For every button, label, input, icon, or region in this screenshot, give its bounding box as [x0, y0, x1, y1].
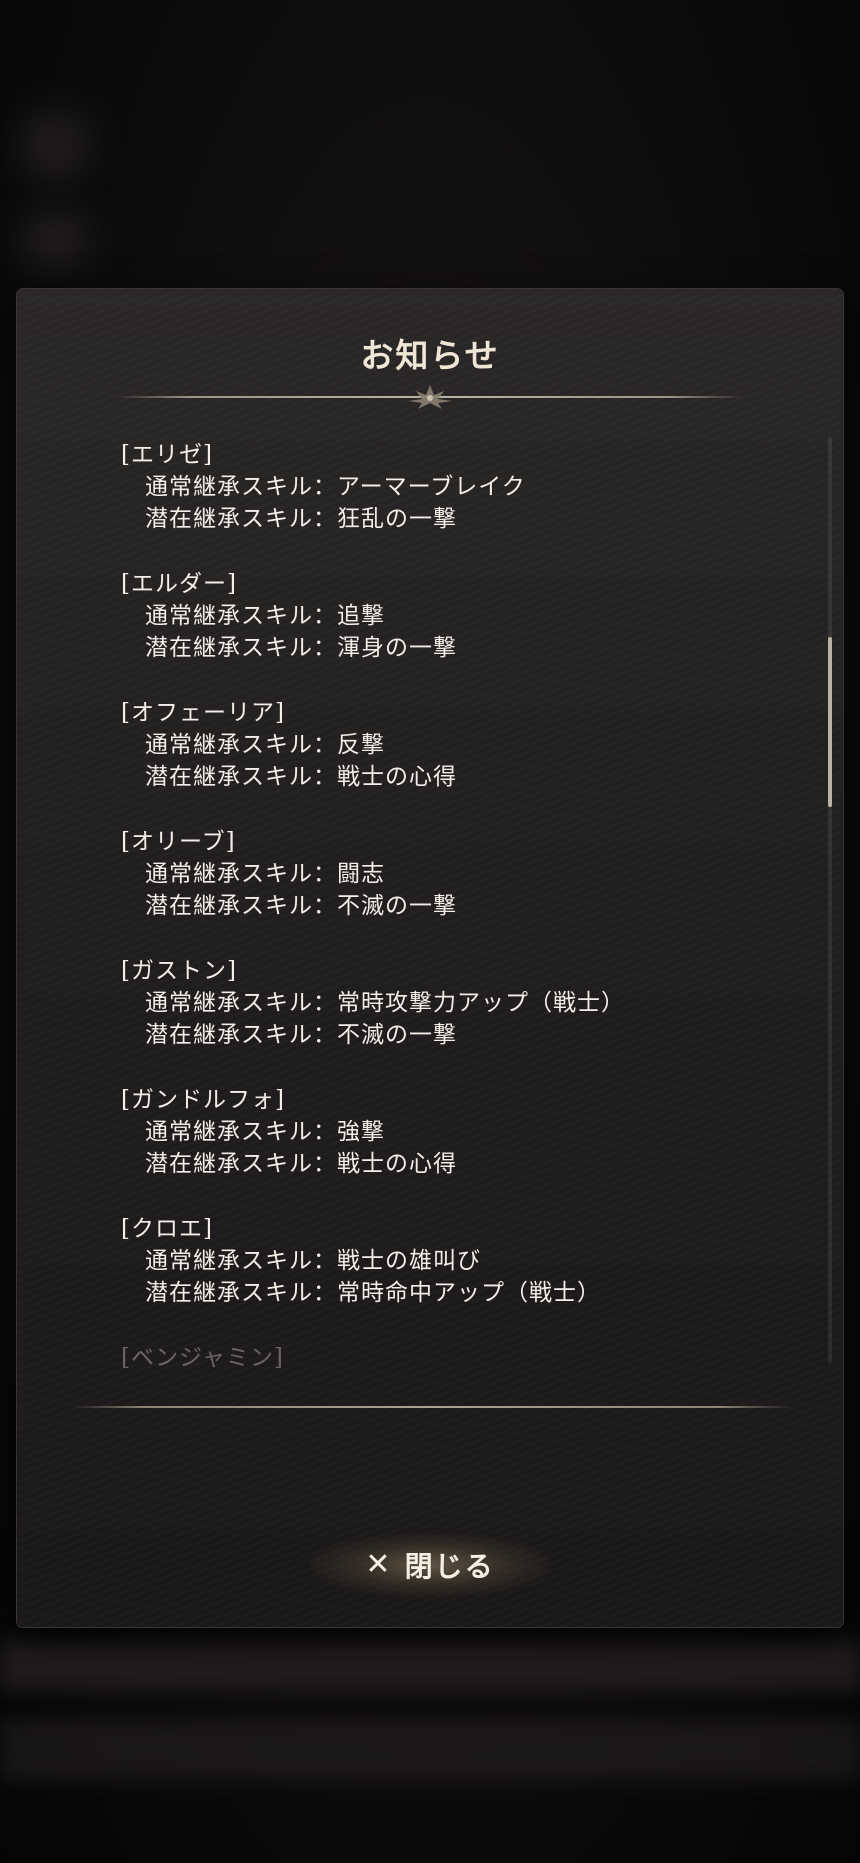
character-name: [エルダー]: [121, 571, 237, 597]
latent-skill: 潜在継承スキル：渾身の一撃: [145, 635, 457, 661]
scrollbar-thumb[interactable]: [828, 637, 832, 807]
dialog-title: お知らせ: [360, 336, 500, 375]
normal-skill: 通常継承スキル：強撃: [145, 1119, 385, 1145]
bottom-divider: [72, 1406, 792, 1408]
close-button[interactable]: ✕ 閉じる: [310, 1533, 550, 1597]
list-item: [クロエ] 通常継承スキル：戦士の雄叫び 潜在継承スキル：常時命中アップ（戦士）: [121, 1213, 721, 1309]
latent-skill: 潜在継承スキル：戦士の心得: [145, 764, 457, 790]
latent-skill: 潜在継承スキル：狂乱の一撃: [145, 506, 457, 532]
close-button-label: 閉じる: [404, 1550, 495, 1583]
notice-dialog: お知らせ [エリゼ] 通常継承スキル：アーマーブレイク 潜在継承スキル：狂乱の一…: [17, 289, 843, 1627]
character-name: [ベンジャミン]: [121, 1345, 284, 1371]
normal-skill: 通常継承スキル：アーマーブレイク: [145, 474, 526, 500]
normal-skill: 通常継承スキル：追撃: [145, 603, 385, 629]
character-name: [ガストン]: [121, 958, 237, 984]
scrollbar-track[interactable]: [828, 437, 832, 1363]
normal-skill: 通常継承スキル：闘志: [145, 861, 385, 887]
list-item: [ガンドルフォ] 通常継承スキル：強撃 潜在継承スキル：戦士の心得: [121, 1084, 721, 1180]
list-item: [エルダー] 通常継承スキル：追撃 潜在継承スキル：渾身の一撃: [121, 568, 721, 664]
background-blur-shape: [20, 210, 90, 270]
latent-skill: 潜在継承スキル：不滅の一撃: [145, 893, 457, 919]
character-name: [オリーブ]: [121, 829, 236, 855]
ornament-icon: [408, 385, 452, 409]
list-item: [オフェーリア] 通常継承スキル：反撃 潜在継承スキル：戦士の心得: [121, 697, 721, 793]
list-item: [ガストン] 通常継承スキル：常時攻撃力アップ（戦士） 潜在継承スキル：不滅の一…: [121, 955, 721, 1051]
normal-skill: 通常継承スキル：常時攻撃力アップ（戦士）: [145, 990, 625, 1016]
latent-skill: 潜在継承スキル：不滅の一撃: [145, 1022, 457, 1048]
notice-scroll-area[interactable]: [エリゼ] 通常継承スキル：アーマーブレイク 潜在継承スキル：狂乱の一撃 [エル…: [17, 419, 843, 1494]
character-name: [クロエ]: [121, 1216, 213, 1242]
latent-skill: 潜在継承スキル：常時命中アップ（戦士）: [145, 1280, 601, 1306]
character-name: [ガンドルフォ]: [121, 1087, 285, 1113]
list-item-partial: [ベンジャミン]: [121, 1342, 721, 1374]
background-blur-shape: [20, 110, 90, 180]
close-icon: ✕: [365, 1547, 391, 1582]
latent-skill: 潜在継承スキル：戦士の心得: [145, 1151, 457, 1177]
character-name: [エリゼ]: [121, 442, 213, 468]
background-blur-bar: [0, 1640, 860, 1690]
list-item: [オリーブ] 通常継承スキル：闘志 潜在継承スキル：不滅の一撃: [121, 826, 721, 922]
background-blur-bar: [0, 1720, 860, 1780]
character-name: [オフェーリア]: [121, 700, 285, 726]
list-item: [エリゼ] 通常継承スキル：アーマーブレイク 潜在継承スキル：狂乱の一撃: [121, 439, 721, 535]
normal-skill: 通常継承スキル：戦士の雄叫び: [145, 1248, 481, 1274]
normal-skill: 通常継承スキル：反撃: [145, 732, 385, 758]
